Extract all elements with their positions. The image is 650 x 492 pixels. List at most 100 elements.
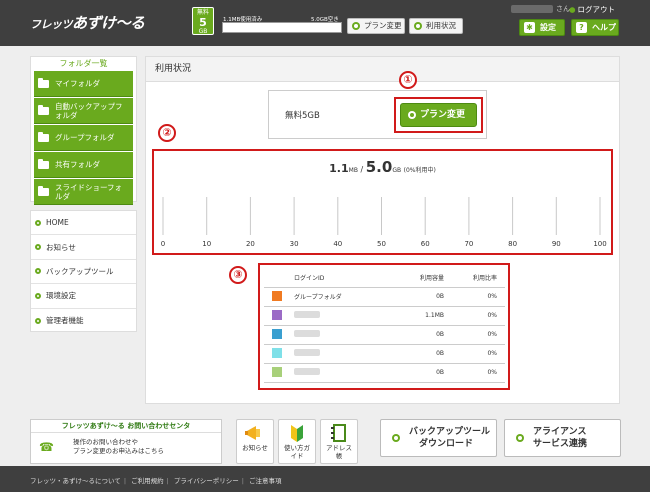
plan-name: 無料5GB [285,111,320,121]
backup-tool-download-button[interactable]: バックアップツール ダウンロード [380,419,497,457]
gauge-tick-label: 10 [202,240,211,248]
alliance-line-1: アライアンス [533,427,587,437]
footer-link-about[interactable]: フレッツ・あずけ〜るについて [30,477,121,485]
nav-label: HOME [46,218,69,228]
sidebar-nav: HOME お知らせ バックアップツール 環境設定 管理者機能 [30,210,137,332]
user-name-suffix: さん [556,5,570,13]
color-swatch [272,328,282,339]
folder-label: グループフォルダ [55,133,115,142]
header-plan-change-button[interactable]: プラン変更 [347,18,405,34]
beginner-mark-icon [286,423,308,443]
news-button[interactable]: お知らせ [236,419,274,464]
row-usage: 0B [380,363,444,383]
callout-number-3: ③ [229,266,247,284]
folder-list-heading: フォルダ一覧 [59,59,108,68]
sidebar-item-my-folder[interactable]: マイフォルダ [34,71,133,97]
used-value: 1.1 [329,162,349,175]
table-header-row: ログインID 利用容量 利用比率 [264,268,505,288]
nav-label: 環境設定 [46,291,76,301]
table-row: 0B 0% [264,325,505,345]
sidebar-item-group-folder[interactable]: グループフォルダ [34,125,133,151]
logo-sub-text: あずけ〜る [72,14,145,32]
usage-table: ログインID 利用容量 利用比率 グループフォルダ 0B 0% 1.1MB 0% 0B 0%… [264,268,505,383]
address-book-button[interactable]: アドレス帳 [320,419,358,464]
folder-icon [38,77,49,88]
color-swatch [272,309,282,320]
logo-main-text: フレッツ [30,18,73,31]
gear-icon: ● [569,5,576,14]
contact-center-box[interactable]: フレッツあずけ〜る お問い合わせセンタ ☎ 操作のお問い合わせや プラン変更のお… [30,419,222,464]
guide-button[interactable]: 使い方ガイド [278,419,316,464]
address-book-icon [328,423,350,443]
gauge-tick-label: 40 [333,240,342,248]
sidebar-item-auto-backup-folder[interactable]: 自動バックアップフォルダ [34,98,133,124]
folder-label: 共有フォルダ [55,160,100,169]
gear-icon: ✱ [524,22,535,33]
table-row: 0B 0% [264,344,505,364]
gauge-tick-label: 70 [464,240,473,248]
logout-label: ログアウト [577,5,616,14]
page-title: 利用状況 [146,57,619,82]
user-name [511,5,553,13]
used-unit: MB [348,167,358,174]
address-book-label: アドレス帳 [326,444,352,460]
row-usage: 1.1MB [380,306,444,326]
percent-note: (0%利用中) [403,167,436,174]
sidebar-item-backup-tool[interactable]: バックアップツール [31,260,136,285]
redacted-login-id [294,311,320,318]
megaphone-icon [244,423,266,443]
folder-icon [38,104,49,115]
redacted-login-id [294,349,320,356]
usage-progress-bar [222,22,342,33]
circle-bullet-icon [35,219,41,226]
arrow-circle-icon [414,22,422,30]
folder-label: スライドショーフォルダ [55,182,123,201]
footer-link-notes[interactable]: ご注意事項 [249,477,282,485]
row-ratio: 0% [444,306,505,326]
row-usage: 0B [380,287,444,307]
folder-label: 自動バックアップフォルダ [55,101,123,120]
sidebar-item-shared-folder[interactable]: 共有フォルダ [34,152,133,178]
gauge-tick-label: 30 [290,240,299,248]
help-button[interactable]: ? ヘルプ [571,19,619,36]
gauge-tick-label: 90 [552,240,561,248]
contact-description: 操作のお問い合わせや プラン変更のお申込みはこちら [73,438,164,456]
header-usage-status-button[interactable]: 利用状況 [409,18,463,34]
sidebar-item-environment-settings[interactable]: 環境設定 [31,284,136,309]
col-usage: 利用容量 [380,268,444,288]
footer-link-privacy[interactable]: プライバシーポリシー [174,477,239,485]
gauge-tick-label: 50 [377,240,386,248]
app-logo[interactable]: フレッツあずけ〜る [30,12,145,33]
sidebar-item-slideshow-folder[interactable]: スライドショーフォルダ [34,179,133,205]
plan-badge-unit: GB [198,28,208,35]
col-login-id: ログインID [290,268,380,288]
header-usage-status-label: 利用状況 [426,21,456,30]
color-swatch [272,347,282,358]
row-login-id: グループフォルダ [290,287,380,307]
question-icon: ? [576,22,587,33]
sidebar-item-home[interactable]: HOME [31,211,136,236]
table-row: 0B 0% [264,363,505,383]
nav-label: 管理者機能 [46,316,84,326]
row-ratio: 0% [444,363,505,383]
total-unit: GB [392,167,402,174]
settings-button[interactable]: ✱ 設定 [519,19,565,36]
plan-change-button[interactable]: プラン変更 [400,103,477,127]
sidebar-item-admin[interactable]: 管理者機能 [31,309,136,333]
circle-bullet-icon [35,317,41,324]
nav-label: バックアップツール [46,266,114,276]
backup-tool-line-2: ダウンロード [419,439,474,449]
footer-links: フレッツ・あずけ〜るについて | ご利用規約 | プライバシーポリシー | ご注意事項 [30,477,282,485]
folder-list-panel: フォルダ一覧 マイフォルダ 自動バックアップフォルダ グループフォルダ 共有フォ… [30,56,137,205]
gauge-tick-label: 20 [246,240,255,248]
logout-link[interactable]: ● ログアウト [569,4,615,15]
sidebar-item-news[interactable]: お知らせ [31,235,136,260]
footer-link-terms[interactable]: ご利用規約 [131,477,164,485]
total-value: 5.0 [365,158,393,176]
contact-line-1: 操作のお問い合わせや [73,438,138,446]
row-ratio: 0% [444,287,505,307]
plan-badge: 無料 5 GB [192,7,214,35]
redacted-login-id [294,330,320,337]
alliance-service-button[interactable]: アライアンス サービス連携 [504,419,621,457]
help-label: ヘルプ [592,23,616,32]
